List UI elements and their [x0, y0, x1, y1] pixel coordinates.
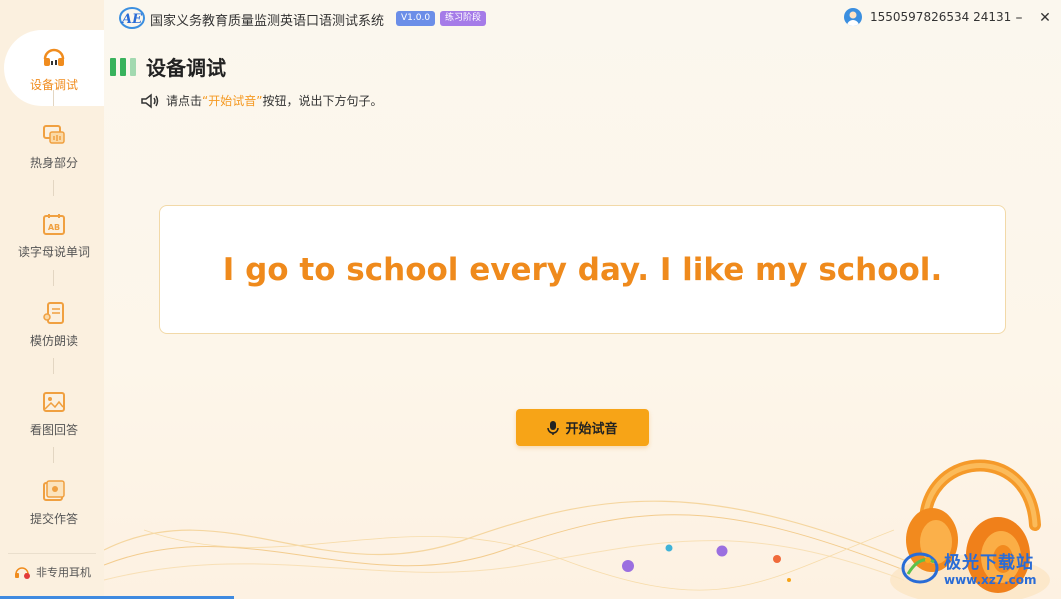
submit-icon: [43, 479, 65, 501]
sidebar-item-label: 提交作答: [29, 511, 78, 526]
sidebar: 设备调试 热身部分 AB 读字母说单词 模仿朗读 看图回答 提交作答 非专用耳机: [0, 0, 104, 599]
nav-separator: [53, 90, 54, 106]
picture-icon: [43, 391, 65, 412]
start-test-button[interactable]: 开始试音: [516, 409, 649, 446]
user-id: 1550597826534 24131: [870, 10, 1012, 24]
heading-bars-icon: [110, 57, 140, 76]
stage-badge: 练习阶段: [440, 11, 487, 26]
instruction-highlight: “开始试音”: [202, 94, 263, 108]
sidebar-item-label: 模仿朗读: [29, 333, 78, 348]
nav-separator: [53, 270, 54, 286]
sentence-card: I go to school every day. I like my scho…: [159, 205, 1006, 334]
instruction: 请点击 “开始试音” 按钮，说出下方句子。: [140, 92, 382, 109]
user-info[interactable]: 1550597826534 24131: [844, 8, 1011, 26]
decorative-waves: [104, 500, 904, 591]
sidebar-item-label: 看图回答: [29, 422, 78, 437]
version-badge: V1.0.0: [396, 11, 436, 26]
app-logo-icon: AE: [119, 7, 145, 29]
sidebar-item-picture-answer[interactable]: 看图回答: [4, 375, 104, 451]
close-button[interactable]: ✕: [1035, 8, 1055, 28]
ab-calendar-icon: AB: [43, 213, 65, 235]
speaker-icon: [141, 92, 159, 109]
microphone-icon: [547, 420, 560, 435]
nav-separator: [53, 447, 54, 463]
watermark-url: www.xz7.com: [944, 573, 1037, 587]
sidebar-divider: [8, 553, 96, 554]
earphone-status[interactable]: 非专用耳机: [14, 564, 91, 580]
instruction-suffix: 按钮，说出下方句子。: [262, 94, 383, 108]
page-heading: 设备调试: [110, 52, 226, 81]
sidebar-item-submit[interactable]: 提交作答: [4, 464, 104, 540]
watermark-logo-icon: [901, 552, 939, 583]
title-bar: AE 国家义务教育质量监测英语口语测试系统 V1.0.0 练习阶段 155059…: [104, 0, 1061, 38]
app-window: 设备调试 热身部分 AB 读字母说单词 模仿朗读 看图回答 提交作答 非专用耳机…: [0, 0, 1061, 599]
minimize-button[interactable]: –: [1009, 8, 1029, 28]
avatar: [844, 8, 862, 26]
sidebar-item-label: 读字母说单词: [17, 244, 90, 259]
nav-separator: [53, 358, 54, 374]
headphones-icon: [43, 48, 65, 66]
page-title: 设备调试: [146, 56, 226, 80]
sidebar-item-letters-words[interactable]: AB 读字母说单词: [4, 197, 104, 273]
earphone-icon: [15, 567, 30, 579]
user-avatar-icon: [847, 11, 859, 26]
nav-separator: [53, 180, 54, 196]
reading-icon: [43, 301, 64, 324]
earphone-label: 非专用耳机: [36, 566, 91, 579]
app-title: 国家义务教育质量监测英语口语测试系统: [150, 14, 385, 29]
start-test-label: 开始试音: [565, 422, 618, 437]
sidebar-item-device-test[interactable]: 设备调试: [4, 30, 104, 106]
chat-bubble-icon: [43, 124, 65, 144]
sidebar-item-label: 热身部分: [29, 155, 78, 170]
instruction-prefix: 请点击: [166, 94, 203, 108]
test-sentence: I go to school every day. I like my scho…: [222, 251, 943, 288]
sidebar-item-imitate-reading[interactable]: 模仿朗读: [4, 286, 104, 362]
svg-text:AB: AB: [48, 223, 60, 232]
watermark: 极光下载站 www.xz7.com: [900, 548, 1037, 587]
sidebar-item-warmup[interactable]: 热身部分: [4, 108, 104, 184]
svg-text:AE: AE: [120, 12, 143, 27]
watermark-name: 极光下载站: [944, 553, 1034, 573]
